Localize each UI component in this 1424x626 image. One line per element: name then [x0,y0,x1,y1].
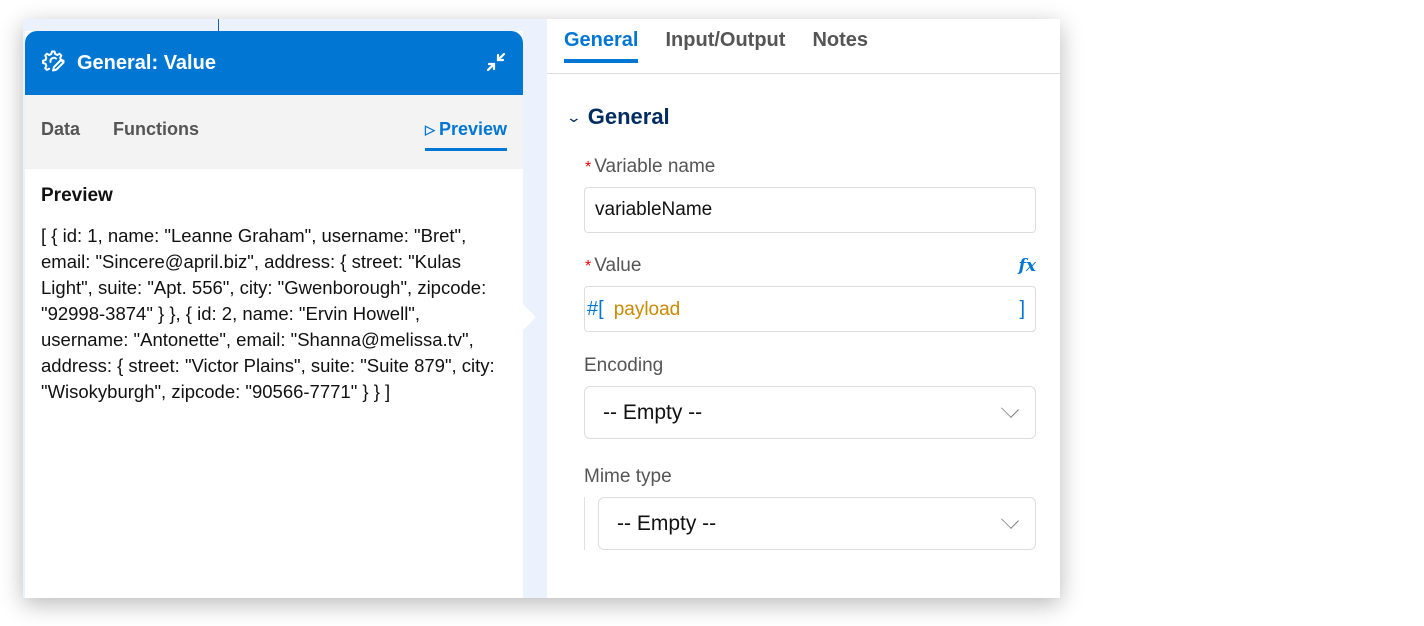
tab-general[interactable]: General [564,19,639,63]
play-icon: ▷ [424,122,435,137]
value-label: * Value fx [584,255,1036,277]
chevron-down-icon: ⌄ [565,108,583,125]
value-field-group: * Value fx #[ payload ] [584,255,1036,332]
flow-canvas: General: Value Data Functions ▷ Preview P… [23,19,547,598]
card-title: General: Value [77,51,216,74]
panel-tabs: General Input/Output Notes [547,19,1060,74]
tab-input-output[interactable]: Input/Output [665,19,785,63]
properties-window: General: Value Data Functions ▷ Preview P… [23,19,1060,598]
mime-type-label: Mime type [584,466,672,487]
card-header: General: Value [25,31,523,95]
card-pointer [523,304,536,330]
mime-type-selected: -- Empty -- [617,511,717,535]
chevron-down-icon [1001,399,1019,418]
section-title: General [587,104,670,129]
encoding-select[interactable]: -- Empty -- [584,386,1036,439]
tab-preview-label: Preview [438,119,507,139]
encoding-label: Encoding [584,355,664,376]
value-expression-input[interactable]: #[ payload ] [584,286,1036,332]
mime-type-field-group: Mime type -- Empty -- [584,466,1036,550]
expression-suffix: ] [1019,297,1025,320]
tab-functions[interactable]: Functions [113,119,199,140]
gear-edit-icon [41,48,67,79]
general-section-toggle[interactable]: ⌄ General [565,104,1036,130]
encoding-selected: -- Empty -- [603,400,703,424]
card-tabs: Data Functions ▷ Preview [25,95,523,169]
preview-pane: Preview [ { id: 1, name: "Leanne Graham"… [25,169,523,421]
chevron-down-icon [1001,510,1019,529]
expression-value: payload [613,298,681,320]
collapse-icon[interactable] [485,51,507,73]
tab-data[interactable]: Data [41,119,80,140]
preview-heading: Preview [41,185,113,206]
variable-name-label-text: Variable name [594,156,716,177]
mime-type-indent: -- Empty -- [584,497,1036,550]
preview-content: [ { id: 1, name: "Leanne Graham", userna… [41,225,495,402]
tab-preview[interactable]: ▷ Preview [424,119,507,151]
variable-name-label: * Variable name [584,156,1036,178]
value-label-text: Value [594,255,642,276]
tab-notes[interactable]: Notes [812,19,868,63]
mime-type-select[interactable]: -- Empty -- [598,497,1036,550]
expression-prefix: #[ [587,297,604,320]
fx-icon[interactable]: fx [1019,256,1036,276]
properties-panel: General Input/Output Notes ⌄ General * Va… [547,19,1060,598]
variable-name-input[interactable]: variableName [584,187,1036,233]
required-marker: * [585,159,592,176]
encoding-field-group: Encoding -- Empty -- [584,355,1036,439]
component-card: General: Value Data Functions ▷ Preview P… [25,31,523,598]
variable-name-value: variableName [595,199,713,220]
required-marker: * [585,258,592,275]
general-section: ⌄ General * Variable name variableName * V… [547,104,1060,550]
variable-name-field-group: * Variable name variableName [584,156,1036,233]
